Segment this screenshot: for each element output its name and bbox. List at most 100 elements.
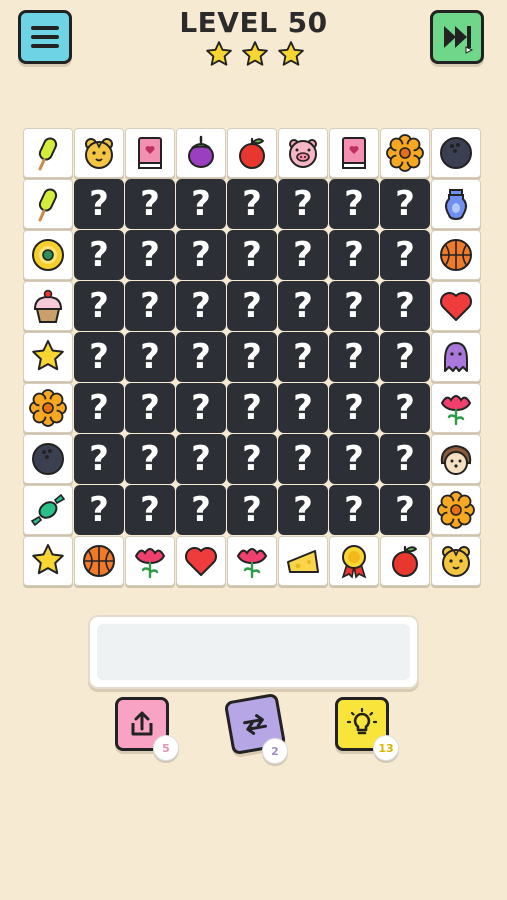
apple-icon [239, 137, 265, 169]
tile-cupcake[interactable] [23, 281, 73, 331]
tile-popsicle[interactable] [23, 128, 73, 178]
tile-medal[interactable] [329, 536, 379, 586]
hidden-tile: ? [380, 230, 430, 280]
flower-icon [29, 389, 67, 427]
apple-icon [392, 545, 418, 577]
tile-basketball[interactable] [74, 536, 124, 586]
hidden-tile: ? [380, 434, 430, 484]
tiger-icon [85, 138, 113, 169]
hidden-tile: ? [176, 281, 226, 331]
eggplant-icon [188, 135, 214, 168]
tile-pineapple-slice[interactable] [23, 230, 73, 280]
heart-icon [185, 547, 217, 576]
flower-icon [437, 491, 475, 529]
tile-jug[interactable] [431, 179, 481, 229]
tile-cheese[interactable] [278, 536, 328, 586]
hidden-tile: ? [227, 230, 277, 280]
tray-slots [97, 624, 410, 680]
book-icon [138, 137, 162, 169]
hidden-tile: ? [278, 281, 328, 331]
hidden-tile: ? [176, 179, 226, 229]
tiger-icon [442, 546, 470, 577]
hidden-tile: ? [74, 383, 124, 433]
tile-flower[interactable] [431, 485, 481, 535]
hedgehog-icon [440, 444, 472, 475]
hidden-tile: ? [125, 434, 175, 484]
hidden-tile: ? [125, 485, 175, 535]
hidden-tile: ? [380, 281, 430, 331]
carnation-icon [440, 395, 472, 426]
carnation-icon [236, 548, 268, 579]
tile-octopus[interactable] [431, 332, 481, 382]
hidden-tile: ? [329, 179, 379, 229]
hidden-tile: ? [278, 383, 328, 433]
cheese-icon [287, 550, 319, 573]
hidden-tile: ? [125, 230, 175, 280]
hidden-tile: ? [125, 383, 175, 433]
flower-icon [386, 134, 424, 172]
tile-candy[interactable] [23, 485, 73, 535]
basketball-icon [83, 545, 115, 577]
tile-tray [88, 615, 419, 689]
star-icon [278, 41, 304, 66]
pineapple-slice-icon [32, 239, 64, 271]
hidden-tile: ? [278, 179, 328, 229]
tile-flower[interactable] [380, 128, 430, 178]
book-icon [342, 137, 366, 169]
octopus-icon [444, 342, 468, 372]
hidden-tile: ? [74, 230, 124, 280]
tile-popsicle[interactable] [23, 179, 73, 229]
hidden-tile: ? [176, 383, 226, 433]
hidden-tile: ? [176, 230, 226, 280]
skip-level-button[interactable] [430, 10, 484, 64]
medal-icon [341, 545, 367, 579]
hidden-tile: ? [125, 179, 175, 229]
hidden-tile: ? [278, 485, 328, 535]
tile-book[interactable] [329, 128, 379, 178]
game-board: ????????????????????????????????????????… [23, 128, 482, 587]
undo-count-badge: 5 [153, 735, 179, 761]
tile-hedgehog[interactable] [431, 434, 481, 484]
tile-flower[interactable] [23, 383, 73, 433]
tile-eggplant[interactable] [176, 128, 226, 178]
tile-bowling-ball[interactable] [431, 128, 481, 178]
carnation-icon [134, 548, 166, 579]
tile-heart[interactable] [176, 536, 226, 586]
hidden-tile: ? [125, 332, 175, 382]
fast-forward-video-icon [444, 26, 474, 54]
hidden-tile: ? [329, 230, 379, 280]
tile-apple[interactable] [380, 536, 430, 586]
star-icon [32, 340, 64, 371]
tile-tiger[interactable] [431, 536, 481, 586]
tile-carnation[interactable] [431, 383, 481, 433]
tile-apple[interactable] [227, 128, 277, 178]
hidden-tile: ? [227, 434, 277, 484]
hidden-tile: ? [227, 281, 277, 331]
candy-icon [30, 493, 66, 527]
star-icon [206, 41, 232, 66]
tile-heart[interactable] [431, 281, 481, 331]
shuffle-icon [243, 714, 268, 735]
hidden-tile: ? [176, 332, 226, 382]
tile-carnation[interactable] [125, 536, 175, 586]
star-icon [32, 544, 64, 575]
cupcake-icon [33, 289, 63, 323]
jug-icon [445, 189, 467, 221]
tile-book[interactable] [125, 128, 175, 178]
tile-tiger[interactable] [74, 128, 124, 178]
popsicle-icon [38, 188, 58, 222]
tile-basketball[interactable] [431, 230, 481, 280]
tile-pig[interactable] [278, 128, 328, 178]
heart-icon [440, 292, 472, 321]
shuffle-count-badge: 2 [262, 738, 288, 764]
hidden-tile: ? [329, 485, 379, 535]
hidden-tile: ? [227, 383, 277, 433]
hidden-tile: ? [74, 179, 124, 229]
lightbulb-icon [346, 708, 378, 735]
tile-star[interactable] [23, 536, 73, 586]
hidden-tile: ? [329, 383, 379, 433]
tile-bowling-ball[interactable] [23, 434, 73, 484]
tile-star[interactable] [23, 332, 73, 382]
hidden-tile: ? [329, 434, 379, 484]
tile-carnation[interactable] [227, 536, 277, 586]
